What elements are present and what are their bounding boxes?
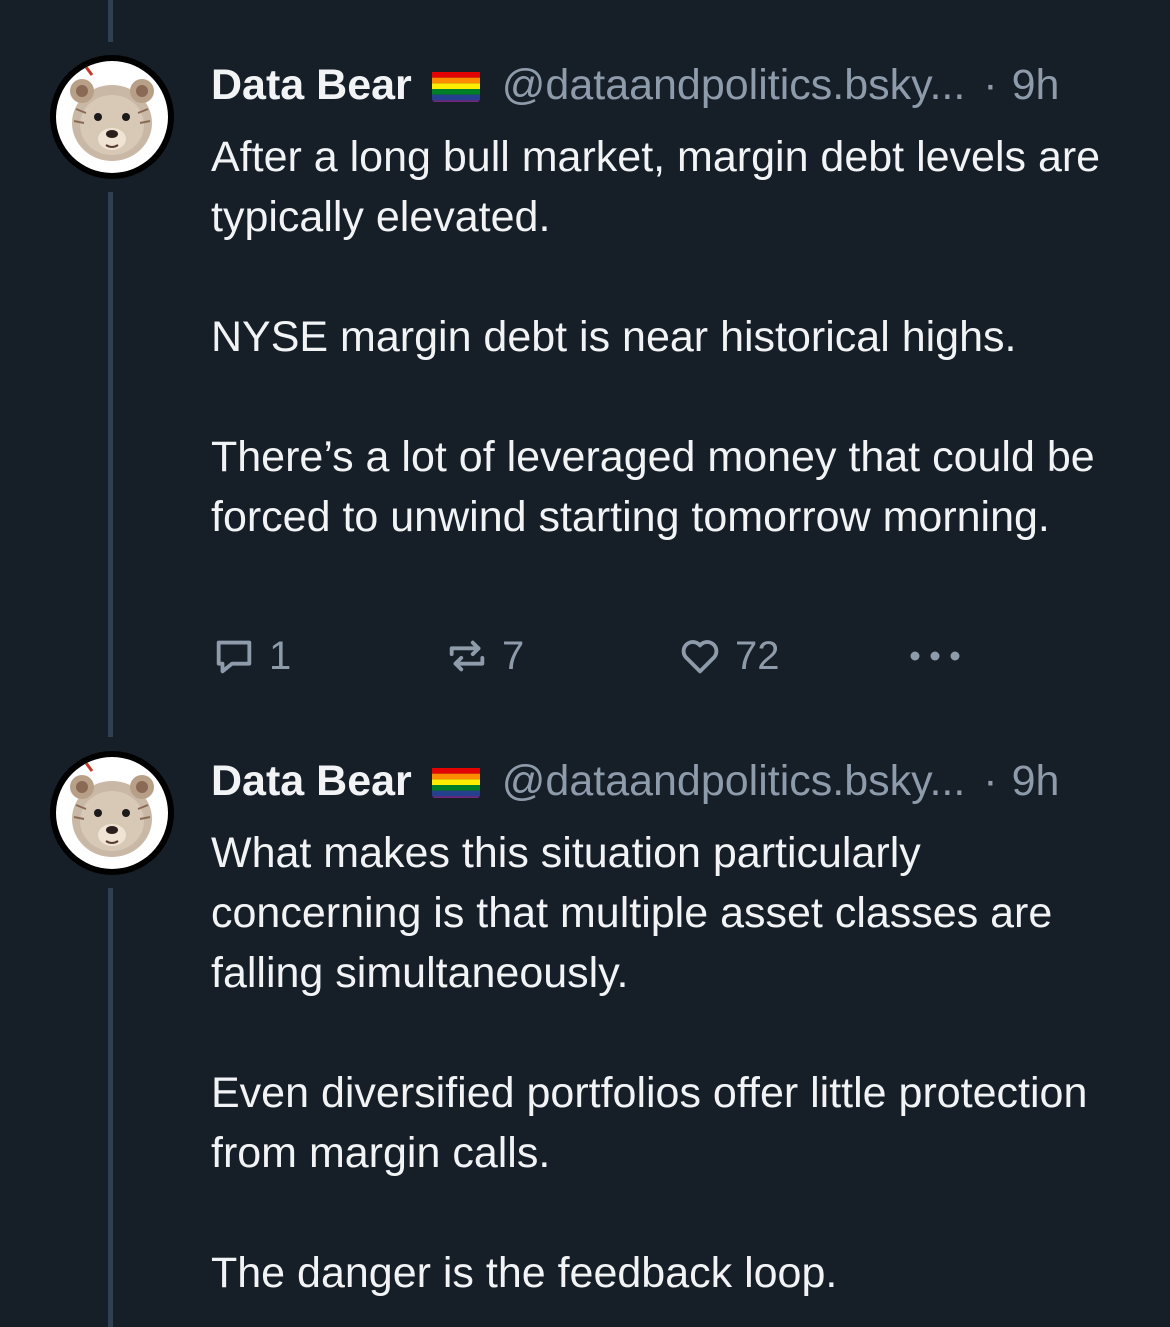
rainbow-flag-icon (431, 68, 480, 102)
avatar[interactable] (50, 751, 174, 875)
bear-avatar-image (56, 757, 168, 869)
display-name[interactable]: Data Bear (211, 61, 412, 110)
like-button[interactable]: 72 (677, 631, 780, 681)
post-timestamp[interactable]: 9h (1012, 757, 1060, 806)
avatar[interactable] (50, 55, 174, 179)
post-header: Data Bear @dataandpolitics.bsky... · 9h (211, 55, 1059, 115)
user-handle[interactable]: @dataandpolitics.bsky... (502, 61, 966, 110)
post-timestamp[interactable]: 9h (1012, 61, 1060, 110)
post-body: After a long bull market, margin debt le… (211, 127, 1131, 547)
post-header: Data Bear @dataandpolitics.bsky... · 9h (211, 751, 1059, 811)
separator-dot: · (983, 756, 998, 805)
user-handle[interactable]: @dataandpolitics.bsky... (502, 757, 966, 806)
display-name[interactable]: Data Bear (211, 757, 412, 806)
post-paragraph: The danger is the feedback loop. (211, 1249, 838, 1297)
post-paragraph: Even diversified portfolios offer little… (211, 1069, 1088, 1177)
like-count: 72 (735, 633, 780, 678)
post-body: What makes this situation particularly c… (211, 823, 1131, 1303)
post[interactable]: Data Bear @dataandpolitics.bsky... · 9h … (0, 740, 1170, 1327)
rainbow-flag-icon (431, 764, 480, 798)
bear-avatar-image (56, 61, 168, 173)
reply-icon (216, 640, 252, 674)
post-paragraph: There’s a lot of leveraged money that co… (211, 433, 1095, 541)
post-paragraph: After a long bull market, margin debt le… (211, 133, 1101, 241)
post-paragraph: What makes this situation particularly c… (211, 829, 1053, 997)
repost-count: 7 (502, 633, 525, 678)
repost-button[interactable]: 7 (444, 631, 524, 681)
heart-icon (681, 640, 719, 674)
more-options-icon (910, 651, 960, 661)
more-options-button[interactable] (907, 631, 963, 681)
post-paragraph: NYSE margin debt is near historical high… (211, 313, 1017, 361)
post[interactable]: Data Bear @dataandpolitics.bsky... · 9h … (0, 0, 1170, 740)
separator-dot: · (983, 60, 998, 109)
repost-icon (449, 640, 485, 672)
reply-button[interactable]: 1 (211, 631, 291, 681)
post-actions: 1 7 72 (211, 631, 971, 681)
reply-count: 1 (269, 633, 292, 678)
